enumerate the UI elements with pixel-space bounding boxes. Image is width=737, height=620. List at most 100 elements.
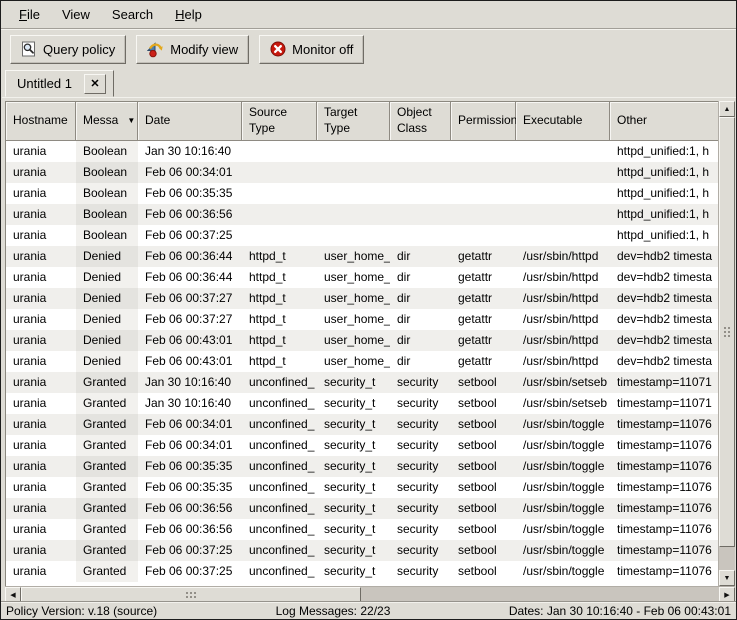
table-cell: Granted (76, 519, 138, 540)
notebook-page: HostnameMessa▼DateSource Type Target Type… (2, 97, 736, 601)
table-cell: setbool (451, 498, 516, 519)
table-cell: Feb 06 00:37:25 (138, 561, 242, 582)
table-row[interactable]: uraniaBooleanFeb 06 00:36:56httpd_unifie… (6, 204, 718, 225)
table-cell: /usr/sbin/httpd (516, 267, 610, 288)
table-row[interactable]: uraniaDeniedFeb 06 00:36:44httpd_tuser_h… (6, 267, 718, 288)
table-cell: urania (6, 267, 76, 288)
table-cell: setbool (451, 561, 516, 582)
table-cell (242, 141, 317, 162)
log-message-table: HostnameMessa▼DateSource Type Target Type… (5, 101, 718, 586)
table-cell: Denied (76, 351, 138, 372)
table-row[interactable]: uraniaGrantedFeb 06 00:35:35unconfined_s… (6, 477, 718, 498)
table-cell: Feb 06 00:34:01 (138, 162, 242, 183)
table-cell: urania (6, 183, 76, 204)
table-cell: httpd_unified:1, h (610, 225, 718, 246)
scroll-down-button[interactable]: ▼ (719, 570, 735, 586)
column-header-label: Source Type (249, 105, 287, 136)
column-header-executable[interactable]: Executable (516, 102, 610, 140)
table-cell: /usr/sbin/setseb (516, 372, 610, 393)
policy-version-status: Policy Version: v.18 (source) (6, 604, 157, 618)
vertical-scroll-trough[interactable] (719, 547, 735, 570)
table-cell: security (390, 540, 451, 561)
column-header-label: Target Type (324, 105, 357, 136)
table-cell: Granted (76, 498, 138, 519)
table-cell (516, 225, 610, 246)
table-cell: httpd_unified:1, h (610, 141, 718, 162)
table-cell: security_t (317, 393, 390, 414)
table-row[interactable]: uraniaGrantedJan 30 10:16:40unconfined_s… (6, 393, 718, 414)
table-cell: user_home_ (317, 288, 390, 309)
vertical-scroll-thumb[interactable] (719, 117, 735, 547)
table-row[interactable]: uraniaGrantedFeb 06 00:35:35unconfined_s… (6, 456, 718, 477)
tab-untitled-1[interactable]: Untitled 1 ✕ (5, 70, 114, 97)
query-policy-button[interactable]: Query policy (10, 35, 126, 64)
menu-help[interactable]: Help (164, 3, 213, 26)
table-cell (390, 141, 451, 162)
table-row[interactable]: uraniaBooleanFeb 06 00:35:35httpd_unifie… (6, 183, 718, 204)
menu-bar: FileViewSearchHelp (1, 1, 736, 29)
table-cell: user_home_ (317, 246, 390, 267)
column-header-other[interactable]: Other (610, 102, 718, 140)
table-cell: dir (390, 330, 451, 351)
table-cell: unconfined_ (242, 456, 317, 477)
table-cell: unconfined_ (242, 477, 317, 498)
menu-view[interactable]: View (51, 3, 101, 26)
table-cell: httpd_t (242, 288, 317, 309)
horizontal-scroll-trough[interactable] (361, 587, 719, 602)
table-cell: dev=hdb2 timesta (610, 246, 718, 267)
table-cell: urania (6, 288, 76, 309)
table-row[interactable]: uraniaGrantedFeb 06 00:34:01unconfined_s… (6, 435, 718, 456)
table-row[interactable]: uraniaDeniedFeb 06 00:43:01httpd_tuser_h… (6, 351, 718, 372)
column-header-messa[interactable]: Messa▼ (76, 102, 138, 140)
thumb-grip-icon (185, 591, 197, 599)
column-header-object-class[interactable]: Object Class (390, 102, 451, 140)
table-cell: user_home_ (317, 330, 390, 351)
column-header-source-type[interactable]: Source Type (242, 102, 317, 140)
thumb-grip-icon (723, 326, 731, 338)
column-header-date[interactable]: Date (138, 102, 242, 140)
vertical-scrollbar[interactable]: ▲ ▼ (718, 101, 735, 586)
table-row[interactable]: uraniaBooleanFeb 06 00:37:25httpd_unifie… (6, 225, 718, 246)
scroll-right-icon: ▶ (724, 591, 729, 599)
monitor-off-button[interactable]: Monitor off (259, 35, 364, 64)
table-row[interactable]: uraniaGrantedFeb 06 00:36:56unconfined_s… (6, 519, 718, 540)
column-header-hostname[interactable]: Hostname (6, 102, 76, 140)
table-cell: /usr/sbin/toggle (516, 414, 610, 435)
table-cell: urania (6, 561, 76, 582)
menu-search[interactable]: Search (101, 3, 164, 26)
column-header-label: Executable (523, 113, 582, 129)
table-cell: Granted (76, 372, 138, 393)
table-row[interactable]: uraniaGrantedFeb 06 00:37:25unconfined_s… (6, 561, 718, 582)
modify-view-button[interactable]: Modify view (136, 35, 249, 64)
table-row[interactable]: uraniaGrantedFeb 06 00:37:25unconfined_s… (6, 540, 718, 561)
table-row[interactable]: uraniaDeniedFeb 06 00:36:44httpd_tuser_h… (6, 246, 718, 267)
table-cell: setbool (451, 477, 516, 498)
table-cell: urania (6, 414, 76, 435)
table-cell (451, 183, 516, 204)
tab-bar: Untitled 1 ✕ (1, 67, 736, 97)
table-row[interactable]: uraniaGrantedFeb 06 00:34:01unconfined_s… (6, 414, 718, 435)
table-row[interactable]: uraniaGrantedFeb 06 00:36:56unconfined_s… (6, 498, 718, 519)
column-header-target-type[interactable]: Target Type (317, 102, 390, 140)
table-cell: Feb 06 00:37:27 (138, 309, 242, 330)
table-row[interactable]: uraniaDeniedFeb 06 00:43:01httpd_tuser_h… (6, 330, 718, 351)
column-header-permission[interactable]: Permission (451, 102, 516, 140)
table-cell (242, 225, 317, 246)
scroll-up-button[interactable]: ▲ (719, 101, 735, 117)
table-cell: Jan 30 10:16:40 (138, 393, 242, 414)
table-cell: /usr/sbin/toggle (516, 498, 610, 519)
table-cell: Feb 06 00:37:25 (138, 225, 242, 246)
menu-file[interactable]: File (8, 3, 51, 26)
horizontal-scroll-thumb[interactable] (21, 587, 361, 602)
table-cell: user_home_ (317, 267, 390, 288)
table-cell: unconfined_ (242, 540, 317, 561)
toolbar-button-label: Monitor off (292, 42, 353, 57)
tab-close-button[interactable]: ✕ (84, 74, 106, 94)
table-cell: timestamp=11076 (610, 540, 718, 561)
horizontal-scrollbar[interactable]: ◀ ▶ (5, 586, 735, 602)
table-row[interactable]: uraniaDeniedFeb 06 00:37:27httpd_tuser_h… (6, 288, 718, 309)
table-row[interactable]: uraniaBooleanJan 30 10:16:40httpd_unifie… (6, 141, 718, 162)
table-row[interactable]: uraniaDeniedFeb 06 00:37:27httpd_tuser_h… (6, 309, 718, 330)
table-row[interactable]: uraniaGrantedJan 30 10:16:40unconfined_s… (6, 372, 718, 393)
table-row[interactable]: uraniaBooleanFeb 06 00:34:01httpd_unifie… (6, 162, 718, 183)
